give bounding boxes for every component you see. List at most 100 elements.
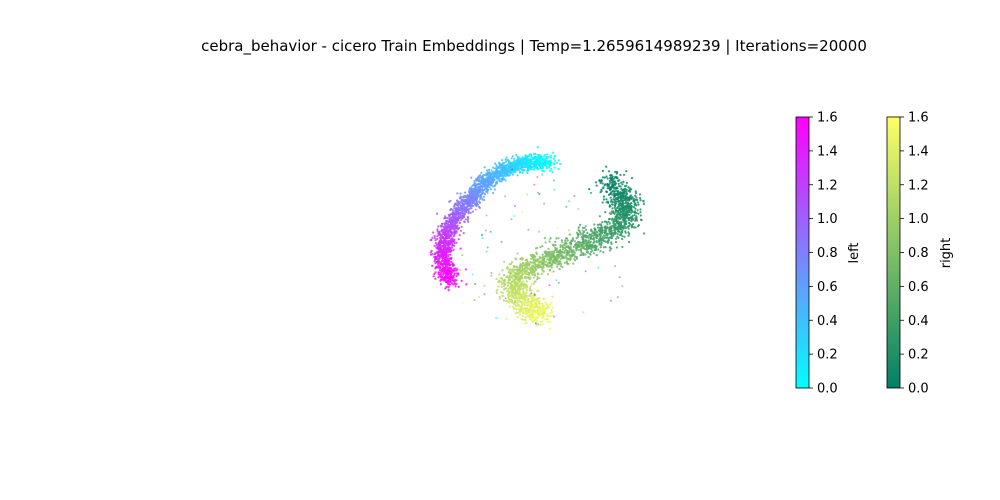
scatter-point — [625, 195, 628, 198]
scatter-point — [519, 282, 522, 286]
scatter-point — [597, 240, 601, 243]
scatter-point — [463, 196, 466, 199]
scatter-point — [543, 297, 546, 300]
scatter-point — [590, 228, 593, 231]
scatter-point — [500, 285, 503, 288]
scatter-point — [552, 162, 556, 165]
scatter-point — [549, 320, 552, 323]
scatter-point — [542, 166, 545, 169]
scatter-point — [441, 257, 444, 260]
scatter-point — [526, 270, 529, 273]
scatter-point — [627, 186, 630, 189]
scatter-point — [508, 301, 511, 304]
scatter-point — [474, 203, 477, 206]
scatter-point — [509, 171, 512, 174]
scatter-point — [434, 266, 437, 269]
scatter-point — [436, 262, 440, 266]
scatter-point — [457, 272, 460, 275]
scatter-point — [632, 197, 636, 200]
scatter-point — [559, 260, 562, 263]
scatter-point — [483, 284, 486, 287]
scatter-point — [581, 245, 584, 248]
scatter-point — [559, 244, 562, 247]
scatter-point — [445, 226, 448, 229]
scatter-point — [533, 315, 537, 319]
scatter-point — [501, 269, 504, 272]
scatter-point — [482, 174, 485, 177]
scatter-point — [625, 211, 628, 214]
scatter-point — [460, 279, 463, 282]
scatter-point — [525, 288, 528, 291]
scatter-point — [506, 266, 509, 269]
scatter-point — [579, 223, 582, 226]
scatter-point — [452, 235, 455, 238]
figure: cebra_behavior - cicero Train Embeddings… — [201, 37, 954, 397]
scatter-point — [534, 301, 537, 304]
scatter-point — [486, 188, 489, 191]
scatter-point — [502, 295, 505, 298]
scatter-point — [620, 225, 623, 228]
colorbar-tick-label: 1.6 — [817, 111, 838, 126]
scatter-point — [461, 254, 464, 257]
scatter-point — [488, 172, 491, 175]
scatter-point — [562, 256, 565, 259]
scatter-point — [630, 205, 633, 208]
scatter-point — [556, 265, 559, 268]
scatter-point — [544, 250, 547, 253]
scatter-point — [516, 316, 519, 319]
scatter-point — [608, 204, 612, 207]
scatter-point — [524, 315, 527, 319]
scatter-point — [616, 217, 619, 220]
scatter-point — [521, 296, 524, 299]
scatter-point — [628, 222, 631, 225]
scatter-point — [600, 188, 603, 191]
scatter-point — [507, 174, 510, 177]
scatter-point — [461, 215, 464, 218]
scatter-point — [501, 291, 504, 295]
scatter-point — [595, 245, 598, 248]
scatter-point — [471, 191, 474, 194]
scatter-point — [523, 318, 527, 321]
scatter-point — [589, 253, 592, 256]
colorbar-tick-label: 0.6 — [908, 280, 929, 295]
scatter-point — [496, 175, 499, 178]
scatter-point — [453, 242, 456, 245]
scatter-point — [522, 293, 525, 296]
scatter-point — [435, 212, 439, 215]
scatter-point — [607, 218, 611, 221]
scatter-point — [602, 234, 606, 237]
scatter-point — [531, 264, 534, 267]
scatter-point — [478, 201, 482, 204]
scatter-point — [495, 291, 498, 295]
scatter-point — [546, 258, 549, 261]
scatter-point — [619, 208, 622, 211]
scatter-point — [618, 212, 621, 215]
scatter-point — [497, 285, 500, 288]
scatter-point — [467, 212, 470, 215]
scatter-point — [585, 228, 588, 231]
scatter-point — [561, 241, 564, 244]
scatter-point — [577, 240, 580, 243]
scatter-point — [476, 201, 479, 204]
scatter-point — [543, 318, 547, 321]
scatter-point — [557, 281, 560, 284]
scatter-point — [573, 255, 577, 258]
scatter-point — [608, 232, 611, 235]
scatter-point — [436, 228, 439, 231]
scatter-point — [466, 215, 469, 219]
scatter-point — [636, 225, 640, 228]
scatter-point — [539, 246, 542, 249]
scatter-point — [476, 179, 479, 182]
scatter-point — [547, 238, 550, 241]
scatter-point — [606, 183, 609, 186]
colorbar-left-label: left — [847, 242, 862, 263]
scatter-point — [478, 296, 480, 299]
scatter-point — [582, 253, 585, 256]
scatter-point — [528, 268, 532, 271]
scatter-point — [449, 223, 452, 226]
scatter-point — [599, 236, 602, 239]
scatter-point — [470, 176, 473, 179]
scatter-point — [438, 254, 441, 257]
scatter-point — [509, 272, 512, 276]
scatter-point — [620, 232, 623, 235]
